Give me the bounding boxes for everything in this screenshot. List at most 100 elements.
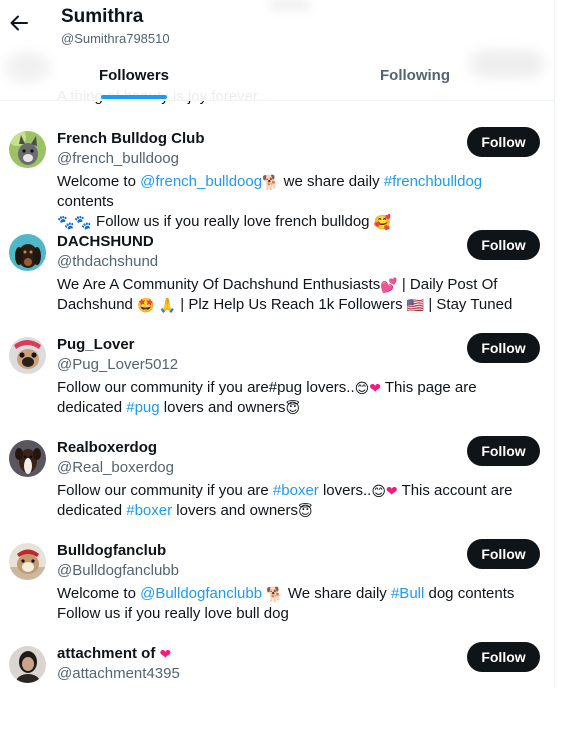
avatar[interactable]	[9, 337, 46, 374]
active-tab-indicator	[101, 95, 167, 99]
profile-name: Sumithra	[61, 6, 144, 27]
red-heart-emoji-icon: ❤	[369, 380, 381, 396]
user-cell[interactable]: DACHSHUND @thdachshund Follow We Are A C…	[0, 230, 554, 337]
smiling-face-with-hearts-emoji-icon: 🥰	[373, 214, 392, 230]
profile-handle: @Sumithra798510	[61, 31, 170, 46]
user-cell[interactable]: Realboxerdog @Real_boxerdog Follow Follo…	[0, 436, 554, 543]
follow-button[interactable]: Follow	[467, 333, 540, 363]
user-handle[interactable]: @Pug_Lover5012	[57, 356, 178, 373]
mention-link[interactable]: @Bulldogfanclubb	[140, 585, 262, 602]
user-bio: Welcome to @Bulldogfanclubb 🐕 We share d…	[57, 584, 532, 624]
bio-text: Follow our community if you are	[57, 482, 273, 499]
user-handle[interactable]: @Bulldogfanclubb	[57, 562, 179, 579]
user-handle[interactable]: @Real_boxerdog	[57, 459, 174, 476]
followers-page: A thing of beauty is joy forever... Sumi…	[0, 0, 554, 688]
bio-text: | Stay Tuned	[424, 296, 513, 313]
follow-button[interactable]: Follow	[467, 436, 540, 466]
bio-text: Welcome to	[57, 585, 141, 602]
user-cell[interactable]: attachment of ❤ @attachment4395 Follow	[0, 642, 554, 749]
paw-prints-emoji-icon: 🐾🐾	[57, 214, 92, 230]
avatar[interactable]	[9, 646, 46, 683]
smiling-face-with-halo-emoji-icon: 😇	[298, 503, 313, 519]
bio-text: lovers and owners	[159, 399, 286, 416]
boxer-avatar-image	[9, 440, 46, 477]
bio-text: contents	[57, 193, 114, 210]
smiling-face-with-halo-emoji-icon: 😇	[285, 400, 301, 416]
tab-followers[interactable]: Followers	[72, 58, 196, 100]
bio-text: Follow our community if you are#pug love…	[57, 379, 355, 396]
tab-label: Followers	[98, 67, 169, 84]
bio-text: Follow us if you really love bull dog	[57, 605, 289, 622]
heart-with-arrow-emoji-icon: 💕	[380, 277, 398, 293]
user-handle[interactable]: @attachment4395	[57, 665, 180, 682]
bio-text: We Are A Community Of Dachshund Enthusia…	[57, 276, 381, 293]
smiling-face-emoji-icon: 😊	[371, 483, 386, 499]
hashtag-link[interactable]: #frenchbulldog	[384, 173, 482, 190]
user-bio: Welcome to @french_bulldoog🐕 we share da…	[57, 172, 532, 232]
bio-text: We share daily	[283, 585, 391, 602]
bio-text: dedicated	[57, 502, 127, 519]
user-bio: We Are A Community Of Dachshund Enthusia…	[57, 275, 532, 315]
blurred-decoration	[470, 50, 544, 78]
column-divider	[554, 0, 555, 688]
arrow-left-icon	[10, 15, 28, 31]
bio-text: lovers and owners	[172, 502, 299, 519]
dog-emoji-icon: 🐕	[266, 586, 284, 602]
user-bio: Follow our community if you are#pug love…	[57, 378, 532, 418]
user-handle[interactable]: @thdachshund	[57, 253, 158, 270]
hashtag-link[interactable]: #Bull	[391, 585, 424, 602]
hashtag-link[interactable]: #boxer	[126, 502, 172, 519]
bio-text: This account are	[397, 482, 513, 499]
user-name[interactable]: DACHSHUND	[57, 233, 154, 250]
bio-text: | Daily Post Of	[397, 276, 498, 293]
user-name-text: attachment of	[57, 645, 160, 662]
bio-text: dedicated	[57, 399, 127, 416]
bio-text: | Plz Help Us Reach 1k Followers	[176, 296, 407, 313]
tab-following[interactable]: Following	[352, 58, 478, 100]
follow-button[interactable]: Follow	[467, 642, 540, 672]
avatar[interactable]	[9, 131, 46, 168]
user-name[interactable]: Bulldogfanclub	[57, 542, 166, 559]
person-avatar-image	[9, 646, 46, 683]
user-name[interactable]: French Bulldog Club	[57, 130, 205, 147]
user-name[interactable]: Pug_Lover	[57, 336, 135, 353]
bio-text: This page are	[380, 379, 477, 396]
dachshund-avatar-image	[9, 234, 46, 271]
bio-text: lovers..	[318, 482, 372, 499]
mention-link[interactable]: @french_bulldoog	[140, 173, 262, 190]
bio-text: dog contents	[424, 585, 515, 602]
smiling-face-emoji-icon: 😊	[354, 380, 370, 396]
folded-hands-emoji-icon: 🙏	[158, 297, 177, 313]
profile-header: Sumithra @Sumithra798510 Followers Follo…	[0, 0, 554, 101]
bio-text: Follow us if you really love french bull…	[91, 213, 374, 230]
avatar[interactable]	[9, 543, 46, 580]
star-struck-emoji-icon: 🤩	[137, 297, 155, 313]
user-name[interactable]: Realboxerdog	[57, 439, 157, 456]
follow-button[interactable]: Follow	[467, 127, 540, 157]
user-name[interactable]: attachment of ❤	[57, 645, 171, 662]
user-handle[interactable]: @french_bulldoog	[57, 150, 179, 167]
follow-button[interactable]: Follow	[467, 539, 540, 569]
back-button[interactable]	[8, 12, 30, 34]
us-flag-emoji-icon: 🇺🇸	[406, 297, 425, 313]
user-cell[interactable]: Pug_Lover @Pug_Lover5012 Follow Follow o…	[0, 333, 554, 440]
pug-avatar-image	[9, 337, 46, 374]
dog-emoji-icon: 🐕	[262, 174, 280, 190]
hashtag-link[interactable]: #boxer	[273, 482, 319, 499]
blurred-decoration	[270, 0, 310, 10]
bio-text: Welcome to	[57, 173, 141, 190]
tab-label: Following	[380, 67, 450, 84]
hashtag-link[interactable]: #pug	[126, 399, 159, 416]
follow-button[interactable]: Follow	[467, 230, 540, 260]
user-cell[interactable]: French Bulldog Club @french_bulldoog Fol…	[0, 127, 554, 234]
red-heart-emoji-icon: ❤	[159, 646, 172, 662]
bio-text: we share daily	[279, 173, 384, 190]
bulldog-avatar-image	[9, 543, 46, 580]
french-bulldog-avatar-image	[9, 131, 46, 168]
avatar[interactable]	[9, 234, 46, 271]
red-heart-emoji-icon: ❤	[385, 483, 398, 499]
avatar[interactable]	[9, 440, 46, 477]
user-cell[interactable]: Bulldogfanclub @Bulldogfanclubb Follow W…	[0, 539, 554, 646]
user-bio: Follow our community if you are #boxer l…	[57, 481, 532, 521]
bio-text: Dachshund	[57, 296, 138, 313]
